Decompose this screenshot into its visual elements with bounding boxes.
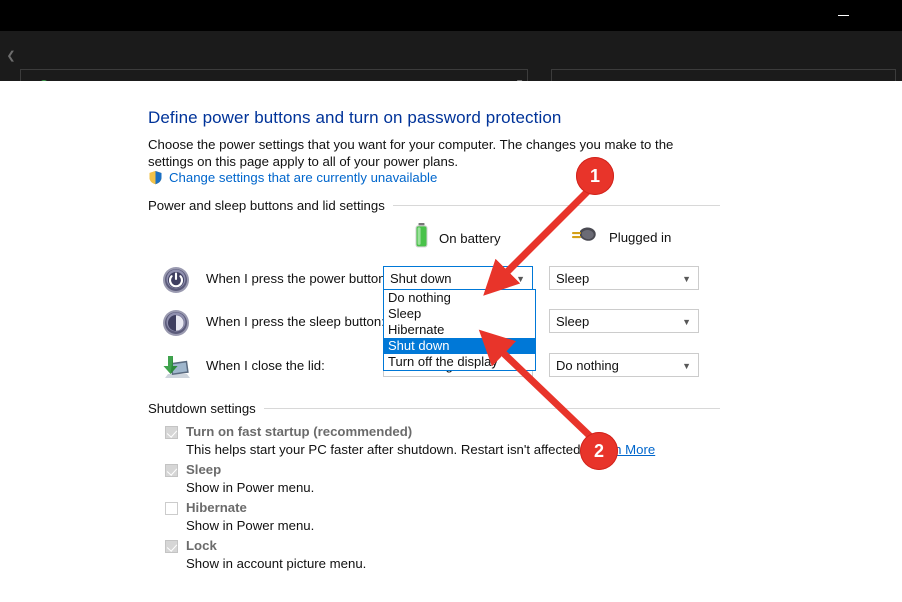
- navigation-bar: ❮ « All Control Panel Items › Power Opti…: [0, 31, 902, 105]
- combo-value: Sleep: [556, 313, 590, 329]
- shutdown-section-header-label: Shutdown settings: [148, 401, 256, 416]
- column-label-plugged-in: Plugged in: [609, 230, 672, 245]
- dropdown-option-turn-off-the-display[interactable]: Turn off the display: [384, 354, 535, 370]
- page-title: Define power buttons and turn on passwor…: [148, 108, 562, 127]
- column-header-on-battery: On battery: [413, 222, 501, 255]
- checkbox-label-hibernate: Hibernate: [186, 500, 247, 515]
- checkbox-row-hibernate[interactable]: Hibernate: [165, 500, 247, 515]
- checkbox-hibernate[interactable]: [165, 502, 178, 515]
- battery-icon: [413, 222, 430, 255]
- combo-sleep-button-plugged-in[interactable]: Sleep ▼: [549, 309, 699, 333]
- combo-close-lid-plugged-in[interactable]: Do nothing ▼: [549, 353, 699, 377]
- combo-power-button-plugged-in[interactable]: Sleep ▼: [549, 266, 699, 290]
- setting-label-power-button: When I press the power button:: [206, 271, 390, 286]
- change-settings-link[interactable]: Change settings that are currently unava…: [169, 170, 437, 185]
- uac-link-row[interactable]: Change settings that are currently unava…: [148, 170, 437, 185]
- power-button-icon: [162, 266, 190, 294]
- checkbox-desc-text: This helps start your PC faster after sh…: [186, 442, 588, 457]
- chevron-down-icon: ▼: [516, 274, 525, 284]
- chevron-down-icon: ▼: [682, 274, 691, 284]
- checkbox-row-sleep[interactable]: Sleep: [165, 462, 221, 477]
- power-section-header-label: Power and sleep buttons and lid settings: [148, 198, 385, 213]
- checkbox-sleep[interactable]: [165, 464, 178, 477]
- window-title-bar: [0, 0, 902, 31]
- checkbox-label-sleep: Sleep: [186, 462, 222, 477]
- combo-value: Shut down: [390, 270, 452, 286]
- sleep-button-icon: [162, 309, 190, 337]
- shutdown-section-header: Shutdown settings: [148, 401, 720, 416]
- dropdown-option-hibernate[interactable]: Hibernate: [384, 322, 535, 338]
- setting-label-close-lid: When I close the lid:: [206, 358, 325, 373]
- close-lid-icon: [162, 353, 190, 381]
- setting-label-sleep-button: When I press the sleep button:: [206, 314, 385, 329]
- dropdown-option-sleep[interactable]: Sleep: [384, 306, 535, 322]
- minimize-icon: [837, 14, 849, 17]
- dropdown-option-shut-down[interactable]: Shut down: [384, 338, 535, 354]
- dropdown-option-do-nothing[interactable]: Do nothing: [384, 290, 535, 306]
- power-section-header: Power and sleep buttons and lid settings: [148, 198, 720, 213]
- page-intro-text: Choose the power settings that you want …: [148, 137, 674, 169]
- combo-power-button-on-battery[interactable]: Shut down ▼: [383, 266, 533, 290]
- checkbox-label-lock: Lock: [186, 538, 217, 553]
- chevron-down-icon: ▼: [682, 317, 691, 327]
- annotation-badge-1: 1: [576, 157, 614, 195]
- checkbox-lock[interactable]: [165, 540, 178, 553]
- back-button[interactable]: ❮: [4, 48, 18, 64]
- divider: [392, 205, 720, 206]
- checkbox-desc-sleep: Show in Power menu.: [186, 480, 315, 495]
- checkbox-fast-startup[interactable]: [165, 426, 178, 439]
- column-header-plugged-in: Plugged in: [570, 222, 671, 253]
- checkbox-row-fast-startup[interactable]: Turn on fast startup (recommended): [165, 424, 412, 439]
- annotation-badge-2: 2: [580, 432, 618, 470]
- dropdown-list-power-button-on-battery[interactable]: Do nothing Sleep Hibernate Shut down Tur…: [383, 289, 536, 371]
- column-label-on-battery: On battery: [439, 231, 501, 246]
- power-plug-icon: [570, 222, 600, 253]
- checkbox-label-fast-startup: Turn on fast startup (recommended): [186, 424, 413, 439]
- uac-shield-icon: [148, 170, 163, 185]
- checkbox-desc-lock: Show in account picture menu.: [186, 556, 367, 571]
- minimize-button[interactable]: [820, 0, 866, 31]
- combo-value: Sleep: [556, 270, 590, 286]
- chevron-down-icon: ▼: [682, 361, 691, 371]
- divider: [263, 408, 720, 409]
- checkbox-row-lock[interactable]: Lock: [165, 538, 217, 553]
- combo-value: Do nothing: [556, 357, 619, 373]
- checkbox-desc-hibernate: Show in Power menu.: [186, 518, 315, 533]
